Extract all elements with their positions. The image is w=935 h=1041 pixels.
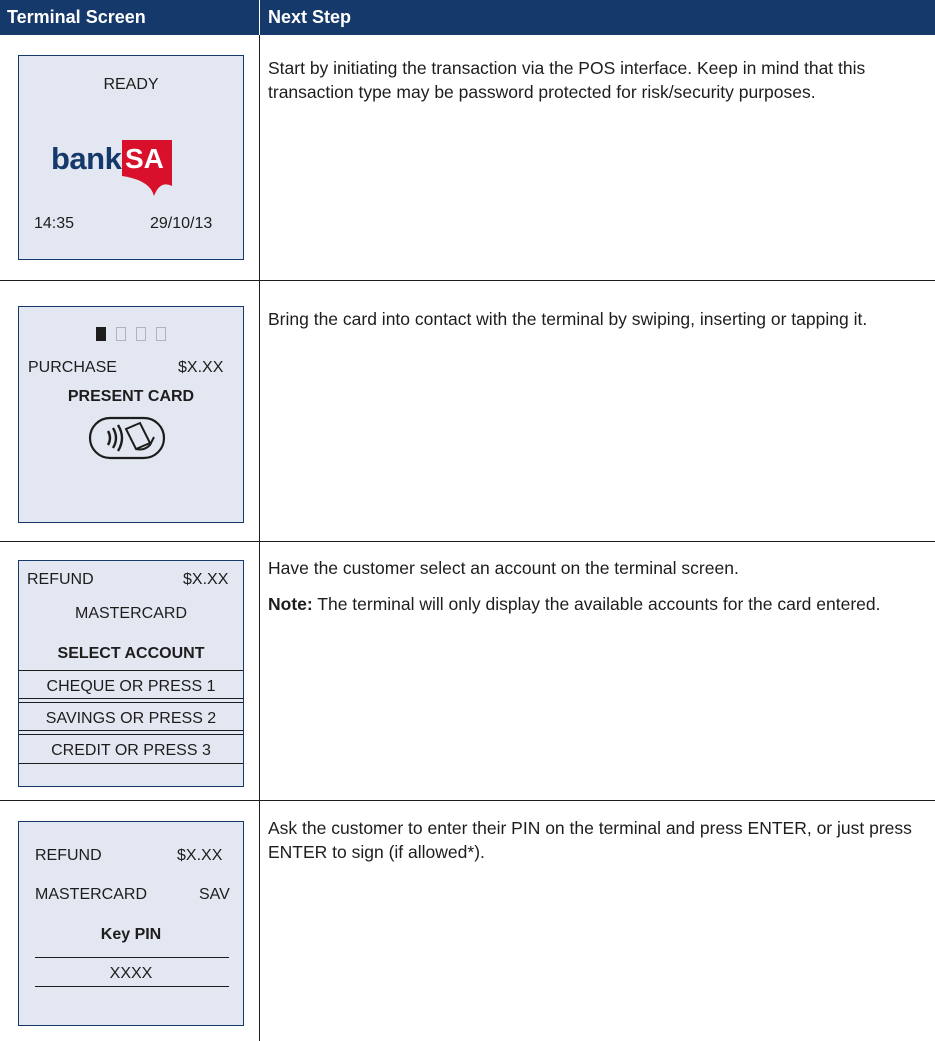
row-divider [0,280,935,281]
step-description: Start by initiating the transaction via … [268,58,866,102]
terminal-screen-ready: READY bank SA 14:35 29/10/13 [18,55,244,260]
option-divider [19,702,243,703]
bank-logo-sa: SA [125,143,164,174]
pin-entry[interactable]: XXXX [19,965,243,983]
transaction-amount: $X.XX [183,571,229,588]
header-terminal-screen: Terminal Screen [7,7,146,27]
table-header: Terminal Screen Next Step [0,0,935,35]
contactless-card-icon [88,416,166,460]
progress-square-empty [156,327,166,341]
bank-logo-text: bank [51,141,122,176]
progress-square-empty [136,327,146,341]
option-divider [19,670,243,671]
row-divider [0,800,935,801]
account-option-savings[interactable]: SAVINGS OR PRESS 2 [19,710,243,728]
card-type: MASTERCARD [35,886,148,903]
note-text: The terminal will only display the avail… [317,594,881,614]
transaction-amount: $X.XX [178,359,224,376]
column-divider [259,35,260,1041]
step-note: Note: The terminal will only display the… [268,592,928,616]
terminal-screen-key-pin: REFUND $X.XX MASTERCARD SAV Key PIN XXXX [18,821,244,1026]
account-option-cheque[interactable]: CHEQUE OR PRESS 1 [19,678,243,696]
option-divider [19,763,243,764]
progress-square-empty [116,327,126,341]
prompt-text: Key PIN [100,926,162,943]
transaction-type: PURCHASE [28,359,117,376]
option-divider [19,730,243,731]
prompt-text: PRESENT CARD [67,388,195,405]
time-text: 14:35 [34,215,75,232]
header-divider [259,0,260,35]
transaction-amount: $X.XX [177,847,223,864]
pin-divider [35,986,229,987]
note-label: Note: [268,594,313,614]
account-type: SAV [199,886,230,903]
terminal-screen-present-card: PURCHASE $X.XX PRESENT CARD [18,306,244,523]
step-description: Have the customer select an account on t… [268,558,739,578]
card-type: MASTERCARD [74,605,187,622]
step-description: Bring the card into contact with the ter… [268,309,868,329]
prompt-text: SELECT ACCOUNT [57,645,205,662]
transaction-type: REFUND [27,571,94,588]
header-next-step: Next Step [268,7,352,27]
pin-divider [35,957,229,958]
date-text: 29/10/13 [150,215,213,232]
row-divider [0,541,935,542]
transaction-type: REFUND [35,847,102,864]
progress-square-filled [96,327,106,341]
terminal-screen-select-account: REFUND $X.XX MASTERCARD SELECT ACCOUNT C… [18,560,244,787]
step-description: Ask the customer to enter their PIN on t… [268,818,912,862]
account-option-credit[interactable]: CREDIT OR PRESS 3 [19,742,243,760]
status-text: READY [103,76,159,93]
option-divider [19,698,243,699]
option-divider [19,734,243,735]
